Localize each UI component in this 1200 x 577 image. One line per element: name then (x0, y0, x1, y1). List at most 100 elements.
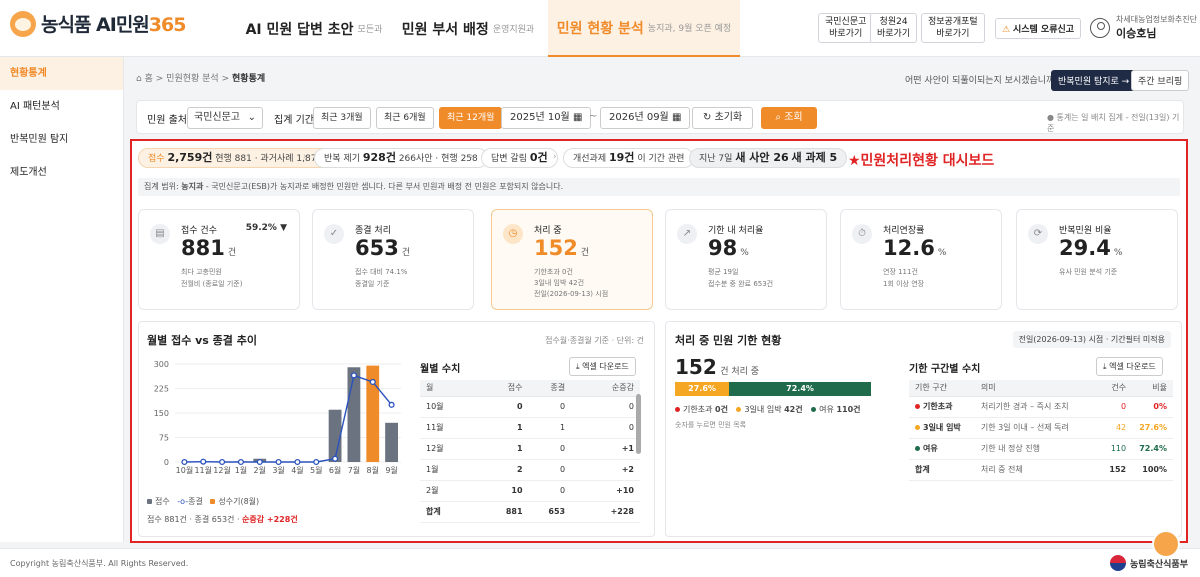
search-icon: ⌕ (775, 112, 781, 123)
x-tick-label: 1월 (235, 465, 247, 475)
point-closed (369, 378, 376, 386)
scope-note: 집계 범위: 농지과 - 국민신문고(ESB)가 농지과로 배정한 민원만 셉니… (138, 178, 1180, 196)
breadcrumb: ⌂ 홈 > 민원현황 분석 > 현황통계 (136, 74, 266, 84)
ministry-logo: 농림축산식품부 (1110, 555, 1188, 571)
sidebar-item-stats[interactable]: 현황통계 (0, 57, 123, 90)
period-6m-button[interactable]: 최근 6개월 (376, 107, 434, 129)
bar-segment-spare[interactable]: 72.4% (729, 382, 871, 396)
app-logo[interactable]: 농식품 AI민원365 (10, 10, 186, 37)
kpi-on-time-rate[interactable]: ↗ 기한 내 처리율 98% 평균 19일 접수분 중 완료 653건 (665, 209, 827, 310)
sidebar-item-repeat-detect[interactable]: 반복민원 탐지 (0, 123, 123, 156)
table-row[interactable]: 3일내 임박 기한 3일 이내 – 선제 독려 42 27.6% (909, 417, 1173, 439)
chevron-down-icon: ⌄ (247, 112, 256, 123)
y-tick-label: 225 (154, 385, 169, 394)
x-tick-label: 2월 (254, 465, 266, 475)
x-tick-label: 3월 (272, 465, 284, 475)
trend-note: 접수월·종결월 기준 · 단위: 건 (545, 336, 644, 345)
y-tick-label: 300 (154, 360, 169, 369)
deadline-title: 처리 중 민원 기한 현황 (675, 334, 782, 347)
legend-line-swatch: -o- (177, 497, 189, 506)
reset-button[interactable]: ↻ 초기화 (692, 107, 754, 129)
source-label: 민원 출처 (147, 115, 187, 126)
point-closed (350, 372, 357, 379)
weekly-briefing-button[interactable]: 주간 브리핑 (1131, 70, 1190, 91)
table-row[interactable]: 12월 1 0 +1 (420, 438, 640, 460)
kpi-extension-rate[interactable]: ⏱ 처리연장률 12.6% 연장 111건 1회 이상 연장 (840, 209, 1002, 310)
deadline-download-button[interactable]: ⤓ 엑셀 다운로드 (1096, 357, 1163, 376)
table-scrollbar[interactable] (636, 394, 641, 454)
point-closed (332, 455, 339, 462)
table-row[interactable]: 1월 2 0 +2 (420, 459, 640, 481)
deadline-panel: 처리 중 민원 기한 현황 전일(2026-09-13) 시점 · 기간필터 미… (665, 321, 1182, 537)
repeat-icon: ⟳ (1028, 224, 1048, 244)
nav-tab-status-analysis[interactable]: 민원 현황 분석 농지과, 9월 오픈 예정 (548, 0, 740, 57)
x-tick-label: 9월 (385, 465, 397, 475)
kpi-in-progress[interactable]: ◷ 처리 중 152 건 기한초과 0건 3일내 임박 42건 전일(2026-0… (491, 209, 653, 310)
date-from-input[interactable]: 2025년 10월 ▦ (501, 107, 592, 129)
table-row[interactable]: 기한초과 처리기한 경과 – 즉시 조치 0 0% (909, 396, 1173, 418)
home-icon[interactable]: ⌂ (136, 74, 142, 84)
deadline-hint: 숫자를 누르면 민원 목록 (675, 421, 747, 429)
logo-text: 농식품 AI민원365 (41, 14, 186, 36)
calendar-icon: ▦ (572, 112, 583, 123)
point-closed (275, 458, 282, 466)
bar-segment-imminent[interactable]: 27.6% (675, 382, 730, 396)
trend-summary: 접수 881건 · 종결 653건 · 순증감 +228건 (147, 515, 298, 524)
point-closed (313, 458, 320, 466)
clock-icon: ◷ (503, 224, 523, 244)
chip-improvement[interactable]: 개선과제 19건 이 기간 관련 (563, 148, 695, 168)
deadline-bar[interactable]: 27.6% 72.4% (675, 382, 871, 396)
user-profile[interactable]: 차세대농업정보화추진단 이승호님 (1090, 14, 1197, 41)
sidebar: 현황통계 AI 패턴분석 반복민원 탐지 제도개선 (0, 57, 124, 542)
chip-last-7-days[interactable]: 지난 7일 새 사안 26 새 과제 5 (689, 148, 848, 168)
go-repeat-detect-button[interactable]: 반복민원 탐지로 → (1051, 70, 1137, 91)
monthly-download-button[interactable]: ⤓ 엑셀 다운로드 (569, 357, 636, 376)
mascot-icon (10, 10, 36, 37)
sidebar-item-ai-pattern[interactable]: AI 패턴분석 (0, 90, 123, 123)
kpi-received[interactable]: ▤ 접수 건수 59.2% ▼ 881 건 최다 고충민원 전월비 (종료일 기준… (138, 209, 300, 310)
link-epeople[interactable]: 국민신문고 바로가기 (818, 13, 874, 43)
download-icon: ⤓ (576, 362, 580, 371)
chip-repeat[interactable]: 반복 제기 928건 266사안 · 현행 258 (314, 148, 488, 168)
bar-received (347, 367, 361, 462)
x-tick-label: 8월 (367, 465, 379, 475)
point-closed (294, 458, 301, 466)
search-button[interactable]: ⌕ 조회 (761, 107, 817, 129)
point-closed (181, 458, 188, 466)
nav-tab-ai-draft[interactable]: AI 민원 답변 초안 모든과 (240, 0, 388, 57)
document-icon: ▤ (150, 224, 170, 244)
deadline-sub-title: 기한 구간별 수치 (909, 364, 981, 375)
error-report-button[interactable]: ⚠ 시스템 오류신고 (995, 18, 1082, 39)
date-to-input[interactable]: 2026년 09월 ▦ (600, 107, 691, 129)
sidebar-item-policy[interactable]: 제도개선 (0, 156, 123, 189)
table-row[interactable]: 2월 10 0 +10 (420, 480, 640, 502)
check-icon: ✓ (324, 224, 344, 244)
prompt-question: 어떤 사안이 되풀이되는지 보시겠습니까? (905, 76, 1060, 86)
table-row[interactable]: 여유 기한 내 정상 진행 110 72.4% (909, 438, 1173, 460)
trend-icon: ↗ (677, 224, 697, 244)
source-select[interactable]: 국민신문고 ⌄ (187, 107, 263, 129)
bar-received (385, 422, 398, 462)
link-petition24[interactable]: 청원24 바로가기 (870, 13, 918, 43)
download-icon: ⤓ (1103, 362, 1107, 371)
kpi-repeat-rate[interactable]: ⟳ 반복민원 비율 29.4% 유사 민원 분석 기준 (1016, 209, 1178, 310)
period-12m-button[interactable]: 최근 12개월 (439, 107, 503, 129)
nav-tab-dept-assign[interactable]: 민원 부서 배정 운영지원과 (398, 0, 538, 57)
x-tick-label: 5월 (310, 465, 322, 475)
taeguk-icon (1110, 555, 1127, 571)
period-3m-button[interactable]: 최근 3개월 (313, 107, 371, 129)
top-header: 농식품 AI민원365 AI 민원 답변 초안 모든과 민원 부서 배정 운영지원과… (0, 0, 1200, 57)
link-open-gov[interactable]: 정보공개포털 바로가기 (921, 13, 985, 43)
x-tick-label: 7월 (348, 465, 360, 475)
batch-note: ● 통계는 일 배치 집계 - 전일(13일) 기준 (1047, 113, 1180, 133)
y-tick-label: 0 (164, 458, 169, 467)
kpi-closed[interactable]: ✓ 종결 처리 653 건 접수 대비 74.1% 종결일 기준 (312, 209, 474, 310)
user-avatar-icon (1090, 17, 1110, 38)
point-closed (200, 458, 207, 465)
table-row[interactable]: 11월 1 1 0 (420, 417, 640, 439)
point-closed (388, 401, 395, 408)
chatbot-mascot-icon[interactable] (1152, 530, 1180, 558)
chip-split-answer[interactable]: 답변 갈림 0건 (481, 148, 558, 168)
table-row[interactable]: 10월 0 0 0 (420, 396, 640, 418)
warning-icon: ⚠ (1002, 25, 1011, 35)
